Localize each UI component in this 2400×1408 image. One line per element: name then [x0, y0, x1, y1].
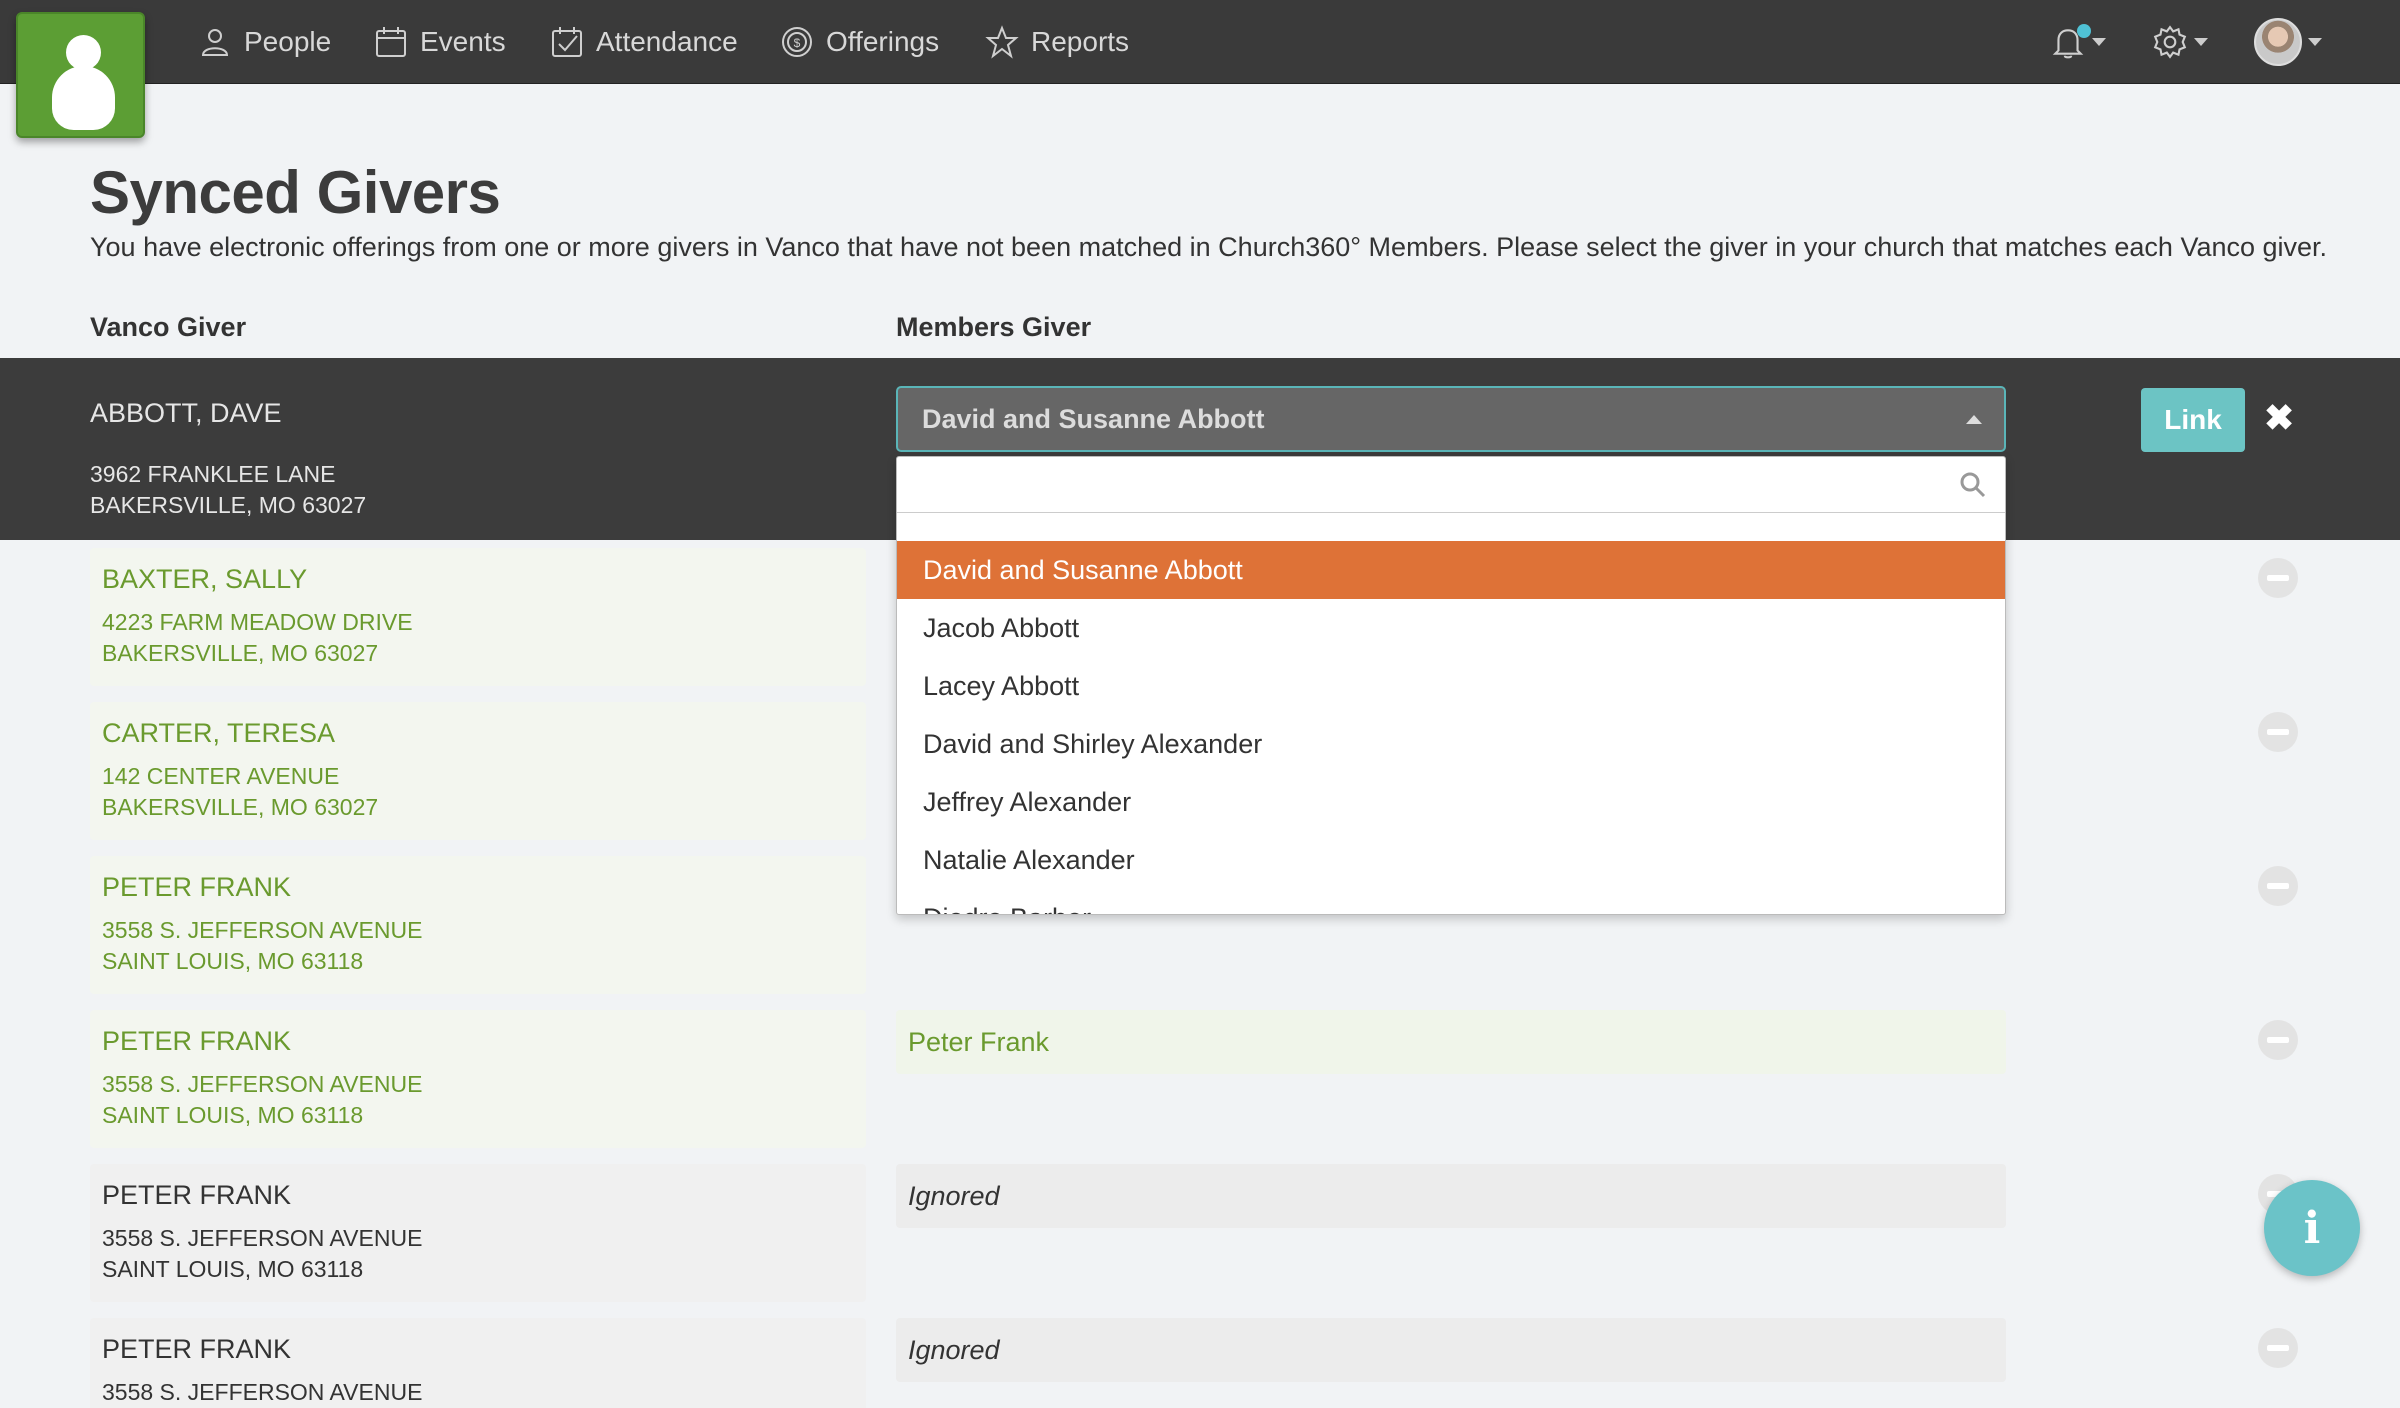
vanco-giver-card[interactable]: PETER FRANK 3558 S. JEFFERSON AVENUE SAI…: [90, 1164, 866, 1302]
nav-offerings[interactable]: $ Offerings: [780, 0, 939, 84]
giver-name: PETER FRANK: [102, 1334, 292, 1364]
dropdown-option[interactable]: Diedre Barber: [897, 889, 2005, 915]
dropdown-option[interactable]: Jeffrey Alexander: [897, 773, 2005, 831]
chevron-down-icon: [2308, 38, 2322, 46]
notification-dot: [2077, 24, 2091, 38]
nav-reports[interactable]: Reports: [985, 0, 1129, 84]
giver-address-line2: SAINT LOUIS, MO 63118: [102, 1256, 364, 1282]
dropdown-option-selected[interactable]: David and Susanne Abbott: [897, 541, 2005, 599]
person-icon-head: [66, 35, 101, 70]
star-icon: [985, 25, 1019, 59]
avatar: [2254, 18, 2302, 66]
giver-address-line2: BAKERSVILLE, MO 63027: [102, 794, 379, 820]
giver-name: CARTER, TERESA: [102, 718, 336, 748]
members-giver-dropdown: David and Susanne Abbott Jacob Abbott La…: [896, 456, 2006, 915]
giver-address-line2: SAINT LOUIS, MO 63118: [102, 948, 364, 974]
giver-address-line2: SAINT LOUIS, MO 63118: [102, 1102, 364, 1128]
person-icon-body: [52, 66, 115, 130]
vanco-giver-card[interactable]: PETER FRANK 3558 S. JEFFERSON AVENUE SAI…: [90, 1010, 866, 1148]
giver-address-line1: 3558 S. JEFFERSON AVENUE: [102, 1379, 423, 1405]
coin-icon: $: [782, 27, 812, 57]
giver-address-line1: 3558 S. JEFFERSON AVENUE: [102, 1071, 423, 1097]
nav-reports-label: Reports: [1031, 26, 1130, 57]
nav-people-label: People: [244, 26, 332, 57]
giver-address-line1: 3962 FRANKLEE LANE: [90, 461, 336, 487]
dropdown-option[interactable]: Jacob Abbott: [897, 599, 2005, 657]
app-logo[interactable]: [16, 12, 145, 138]
remove-icon[interactable]: [2258, 1328, 2298, 1368]
nav-attendance-label: Attendance: [596, 26, 738, 57]
ignored-status[interactable]: Ignored: [896, 1318, 2006, 1382]
giver-name: PETER FRANK: [102, 1180, 292, 1210]
nav-events[interactable]: Events: [374, 0, 506, 84]
search-icon: [1960, 472, 1986, 498]
nav-events-label: Events: [420, 26, 506, 57]
giver-address-line2: BAKERSVILLE, MO 63027: [90, 492, 367, 518]
members-giver-select[interactable]: David and Susanne Abbott: [896, 386, 2006, 452]
chevron-down-icon: [2092, 38, 2106, 46]
vanco-giver-card[interactable]: CARTER, TERESA 142 CENTER AVENUE BAKERSV…: [90, 702, 866, 840]
svg-text:$: $: [794, 36, 801, 50]
giver-address-line2: BAKERSVILLE, MO 63027: [102, 640, 379, 666]
remove-icon[interactable]: [2258, 1020, 2298, 1060]
dropdown-option[interactable]: Lacey Abbott: [897, 657, 2005, 715]
nav-people[interactable]: People: [198, 0, 331, 84]
chevron-up-icon: [1966, 415, 1982, 424]
top-navbar: People Events Attendance $ Offerings Rep…: [0, 0, 2400, 84]
people-icon: [201, 29, 229, 56]
giver-address-line1: 4223 FARM MEADOW DRIVE: [102, 609, 413, 635]
ignored-status[interactable]: Ignored: [896, 1164, 2006, 1228]
vanco-giver-card[interactable]: PETER FRANK 3558 S. JEFFERSON AVENUE SAI…: [90, 856, 866, 994]
close-icon[interactable]: ✖: [2264, 398, 2294, 438]
dropdown-option[interactable]: Natalie Alexander: [897, 831, 2005, 889]
dropdown-options: David and Susanne Abbott Jacob Abbott La…: [897, 541, 2005, 915]
nav-attendance[interactable]: Attendance: [550, 0, 738, 84]
dropdown-search[interactable]: [897, 457, 2005, 513]
active-vanco-giver: ABBOTT, DAVE 3962 FRANKLEE LANE BAKERSVI…: [90, 398, 366, 521]
giver-name: PETER FRANK: [102, 1026, 292, 1056]
notifications-menu[interactable]: [2050, 0, 2106, 84]
column-header-vanco: Vanco Giver: [90, 312, 247, 342]
giver-name: BAXTER, SALLY: [102, 564, 308, 594]
matched-member[interactable]: Peter Frank: [896, 1010, 2006, 1074]
giver-address-line1: 142 CENTER AVENUE: [102, 763, 340, 789]
remove-icon[interactable]: [2258, 866, 2298, 906]
vanco-giver-card[interactable]: BAXTER, SALLY 4223 FARM MEADOW DRIVE BAK…: [90, 548, 866, 686]
chevron-down-icon: [2194, 38, 2208, 46]
select-value: David and Susanne Abbott: [922, 403, 1265, 434]
calendar-icon: [376, 27, 406, 57]
page-description: You have electronic offerings from one o…: [90, 232, 2328, 262]
link-button[interactable]: Link: [2141, 388, 2245, 452]
dropdown-option[interactable]: David and Shirley Alexander: [897, 715, 2005, 773]
gear-icon: [2153, 25, 2187, 59]
nav-offerings-label: Offerings: [826, 26, 940, 57]
giver-name: PETER FRANK: [102, 872, 292, 902]
page-title: Synced Givers: [90, 159, 501, 226]
remove-icon[interactable]: [2258, 558, 2298, 598]
settings-menu[interactable]: [2152, 0, 2208, 84]
user-menu[interactable]: [2254, 0, 2322, 84]
remove-icon[interactable]: [2258, 712, 2298, 752]
checkbox-icon: [552, 27, 582, 57]
column-header-members: Members Giver: [896, 312, 1092, 342]
giver-address-line1: 3558 S. JEFFERSON AVENUE: [102, 1225, 423, 1251]
vanco-giver-card[interactable]: PETER FRANK 3558 S. JEFFERSON AVENUE: [90, 1318, 866, 1408]
giver-address-line1: 3558 S. JEFFERSON AVENUE: [102, 917, 423, 943]
info-button[interactable]: i: [2264, 1180, 2360, 1276]
giver-name: ABBOTT, DAVE: [90, 398, 282, 428]
